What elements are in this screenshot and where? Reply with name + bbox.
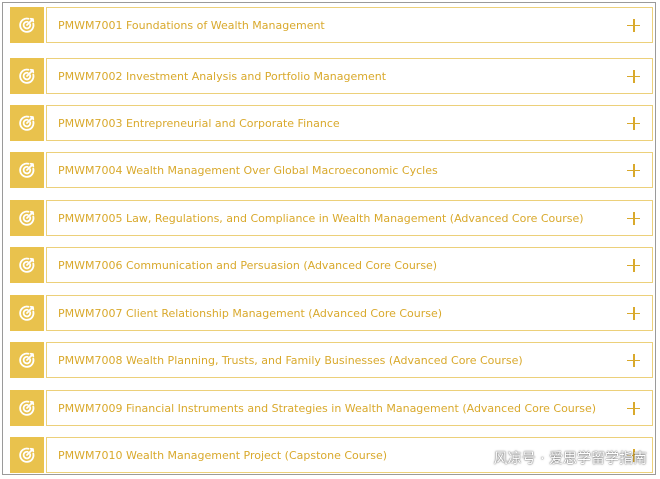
accordion-item-pmwm7004[interactable]: PMWM7004 Wealth Management Over Global M… — [10, 152, 653, 188]
course-title: PMWM7010 Wealth Management Project (Caps… — [58, 448, 388, 462]
accordion-item-pmwm7002[interactable]: PMWM7002 Investment Analysis and Portfol… — [10, 58, 653, 94]
target-icon — [10, 295, 44, 331]
accordion-header[interactable]: PMWM7008 Wealth Planning, Trusts, and Fa… — [46, 342, 653, 378]
target-icon — [10, 247, 44, 283]
accordion-header[interactable]: PMWM7003 Entrepreneurial and Corporate F… — [46, 105, 653, 141]
course-title: PMWM7007 Client Relationship Management … — [58, 306, 443, 320]
plus-icon[interactable] — [627, 211, 640, 225]
accordion-item-pmwm7009[interactable]: PMWM7009 Financial Instruments and Strat… — [10, 390, 653, 426]
plus-icon[interactable] — [627, 258, 640, 272]
target-icon — [10, 200, 44, 236]
plus-icon[interactable] — [627, 401, 640, 415]
target-icon — [10, 58, 44, 94]
accordion-header[interactable]: PMWM7009 Financial Instruments and Strat… — [46, 390, 653, 426]
target-icon — [10, 7, 44, 43]
target-icon — [10, 152, 44, 188]
course-title: PMWM7009 Financial Instruments and Strat… — [58, 401, 597, 415]
watermark-text: 风凉号 · 爱思学留学指南 — [493, 451, 647, 467]
accordion-header[interactable]: PMWM7001 Foundations of Wealth Managemen… — [46, 7, 653, 43]
plus-icon[interactable] — [627, 69, 640, 83]
plus-icon[interactable] — [627, 306, 640, 320]
course-title: PMWM7008 Wealth Planning, Trusts, and Fa… — [58, 353, 523, 367]
course-accordion-panel: PMWM7001 Foundations of Wealth Managemen… — [2, 2, 656, 475]
accordion-item-pmwm7003[interactable]: PMWM7003 Entrepreneurial and Corporate F… — [10, 105, 653, 141]
accordion-header[interactable]: PMWM7005 Law, Regulations, and Complianc… — [46, 200, 653, 236]
course-title: PMWM7001 Foundations of Wealth Managemen… — [58, 18, 325, 32]
course-title: PMWM7006 Communication and Persuasion (A… — [58, 258, 438, 272]
course-title: PMWM7004 Wealth Management Over Global M… — [58, 163, 438, 177]
accordion-item-pmwm7006[interactable]: PMWM7006 Communication and Persuasion (A… — [10, 247, 653, 283]
accordion-item-pmwm7005[interactable]: PMWM7005 Law, Regulations, and Complianc… — [10, 200, 653, 236]
course-title: PMWM7003 Entrepreneurial and Corporate F… — [58, 116, 340, 130]
accordion-header[interactable]: PMWM7007 Client Relationship Management … — [46, 295, 653, 331]
course-title: PMWM7005 Law, Regulations, and Complianc… — [58, 211, 584, 225]
plus-icon[interactable] — [627, 353, 640, 367]
target-icon — [10, 390, 44, 426]
plus-icon[interactable] — [627, 18, 640, 32]
target-icon — [10, 437, 44, 473]
accordion-header[interactable]: PMWM7006 Communication and Persuasion (A… — [46, 247, 653, 283]
accordion-item-pmwm7007[interactable]: PMWM7007 Client Relationship Management … — [10, 295, 653, 331]
accordion-item-pmwm7008[interactable]: PMWM7008 Wealth Planning, Trusts, and Fa… — [10, 342, 653, 378]
accordion-item-pmwm7001[interactable]: PMWM7001 Foundations of Wealth Managemen… — [10, 7, 653, 43]
plus-icon[interactable] — [627, 116, 640, 130]
course-title: PMWM7002 Investment Analysis and Portfol… — [58, 69, 387, 83]
target-icon — [10, 342, 44, 378]
accordion-header[interactable]: PMWM7004 Wealth Management Over Global M… — [46, 152, 653, 188]
plus-icon[interactable] — [627, 163, 640, 177]
target-icon — [10, 105, 44, 141]
accordion-header[interactable]: PMWM7002 Investment Analysis and Portfol… — [46, 58, 653, 94]
